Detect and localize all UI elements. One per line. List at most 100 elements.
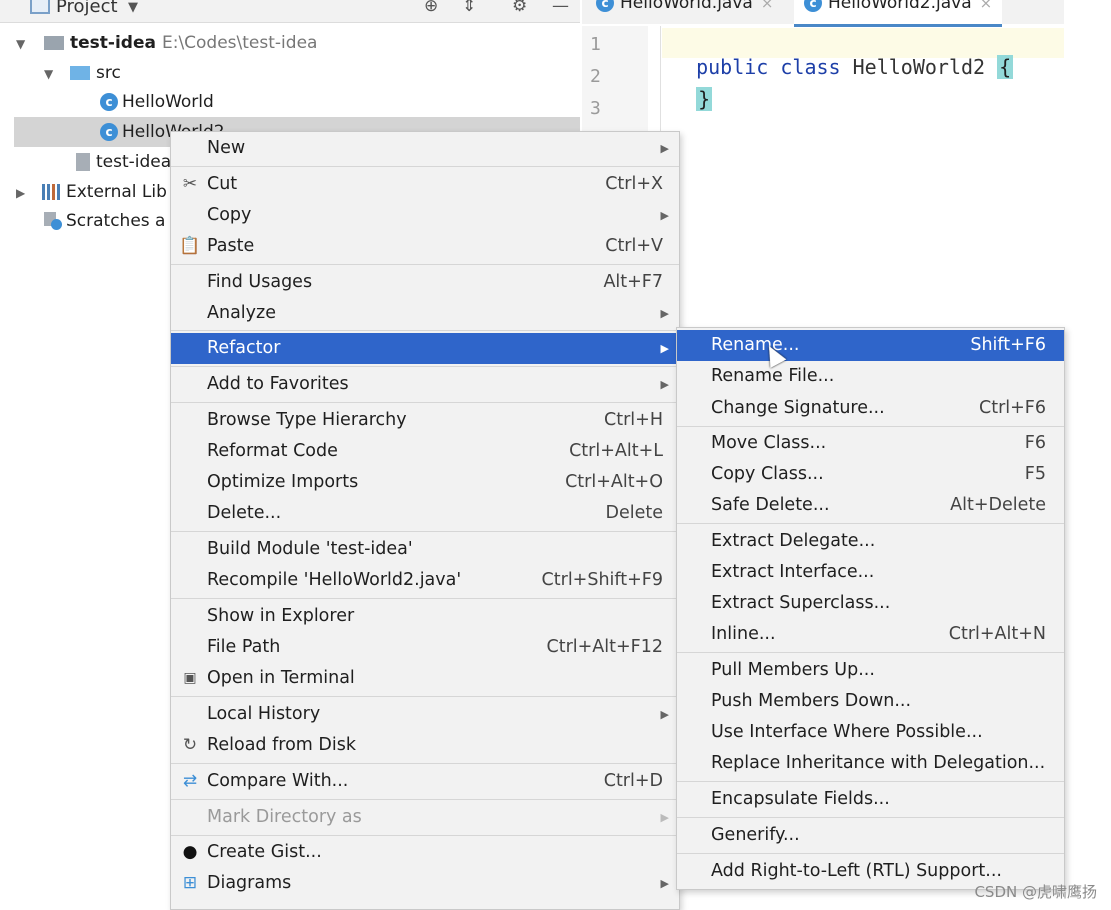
menu-label: Refactor: [207, 338, 281, 358]
collapse-icon[interactable]: ⇕: [462, 0, 476, 16]
menu-separator: [171, 835, 679, 836]
menu-item-delete[interactable]: Delete... Delete: [171, 498, 679, 529]
menu-item-rename[interactable]: Rename... Shift+F6: [677, 330, 1064, 361]
menu-item-add-to-favorites[interactable]: Add to Favorites ▶: [171, 369, 679, 400]
menu-shortcut: Ctrl+F6: [978, 398, 1046, 418]
menu-item-optimize-imports[interactable]: Optimize Imports Ctrl+Alt+O: [171, 467, 679, 498]
menu-label: Rename...: [711, 335, 800, 355]
minimize-icon[interactable]: —: [552, 0, 569, 16]
module-file-icon: [76, 153, 90, 171]
menu-label: Reload from Disk: [207, 735, 356, 755]
menu-label: Add Right-to-Left (RTL) Support...: [711, 861, 1002, 881]
menu-item-recompile[interactable]: Recompile 'HelloWorld2.java' Ctrl+Shift+F…: [171, 565, 679, 596]
chevron-right-icon[interactable]: ▶: [16, 178, 34, 208]
menu-item-use-interface[interactable]: Use Interface Where Possible...: [677, 717, 1064, 748]
menu-label: Use Interface Where Possible...: [711, 722, 983, 742]
menu-shortcut: Ctrl+Alt+F12: [546, 637, 664, 657]
tree-src-label: src: [96, 63, 121, 83]
tree-file-label: test-idea: [96, 152, 172, 172]
java-class-icon: c: [596, 0, 614, 12]
code-line-2[interactable]: }: [672, 63, 713, 111]
tree-file-helloworld[interactable]: c HelloWorld: [100, 87, 214, 117]
menu-item-replace-inheritance[interactable]: Replace Inheritance with Delegation...: [677, 748, 1064, 779]
menu-item-pull-members-up[interactable]: Pull Members Up...: [677, 655, 1064, 686]
project-panel-title[interactable]: Project: [56, 0, 118, 17]
menu-item-refactor[interactable]: Refactor ▶: [171, 333, 679, 364]
menu-item-rename-file[interactable]: Rename File...: [677, 361, 1064, 392]
submenu-arrow-icon: ▶: [660, 142, 669, 155]
menu-label: Extract Superclass...: [711, 593, 891, 613]
menu-label: Mark Directory as: [207, 807, 362, 827]
submenu-arrow-icon: ▶: [660, 708, 669, 721]
tree-external-libraries[interactable]: ▶ External Lib: [16, 177, 167, 207]
menu-item-copy-class[interactable]: Copy Class... F5: [677, 459, 1064, 490]
tree-file-iml[interactable]: test-idea: [76, 147, 171, 177]
menu-item-safe-delete[interactable]: Safe Delete... Alt+Delete: [677, 490, 1064, 521]
menu-item-inline[interactable]: Inline... Ctrl+Alt+N: [677, 619, 1064, 650]
menu-label: New: [207, 138, 246, 158]
menu-shortcut: Ctrl+V: [605, 236, 663, 256]
menu-separator: [171, 166, 679, 167]
tab-helloworld[interactable]: c HelloWorld.java ×: [596, 0, 773, 18]
menu-item-mark-directory-as[interactable]: Mark Directory as ▶: [171, 802, 679, 833]
line-number-gutter: 1 2 3: [582, 26, 648, 136]
reload-icon: ↻: [182, 735, 198, 755]
menu-item-reload-from-disk[interactable]: ↻ Reload from Disk: [171, 730, 679, 761]
menu-item-diagrams[interactable]: ⊞ Diagrams ▶: [171, 868, 679, 899]
menu-separator: [171, 402, 679, 403]
menu-item-analyze[interactable]: Analyze ▶: [171, 298, 679, 329]
menu-item-generify[interactable]: Generify...: [677, 820, 1064, 851]
refactor-submenu: Rename... Shift+F6 Rename File... Change …: [676, 327, 1065, 890]
menu-item-extract-interface[interactable]: Extract Interface...: [677, 557, 1064, 588]
tab-helloworld2[interactable]: c HelloWorld2.java ×: [794, 0, 1003, 27]
menu-item-browse-type-hierarchy[interactable]: Browse Type Hierarchy Ctrl+H: [171, 405, 679, 436]
code-line-1[interactable]: public class HelloWorld2 {: [672, 31, 1014, 79]
menu-item-open-in-terminal[interactable]: ▣ Open in Terminal: [171, 663, 679, 694]
locate-icon[interactable]: ⊕: [424, 0, 438, 16]
java-class-icon: c: [804, 0, 822, 12]
clipboard-icon: 📋: [179, 236, 201, 256]
menu-item-create-gist[interactable]: ● Create Gist...: [171, 837, 679, 868]
menu-item-build-module[interactable]: Build Module 'test-idea': [171, 534, 679, 565]
menu-label: Replace Inheritance with Delegation...: [711, 753, 1046, 773]
menu-item-move-class[interactable]: Move Class... F6: [677, 428, 1064, 459]
menu-item-compare-with[interactable]: ⇄ Compare With... Ctrl+D: [171, 766, 679, 797]
menu-item-extract-delegate[interactable]: Extract Delegate...: [677, 526, 1064, 557]
tree-scratches[interactable]: Scratches a: [44, 206, 165, 236]
menu-item-new[interactable]: New ▶: [171, 133, 679, 164]
tree-src[interactable]: ▼ src: [44, 58, 121, 88]
menu-item-local-history[interactable]: Local History ▶: [171, 699, 679, 730]
tree-root[interactable]: ▼ test-idea E:\Codes\test-idea: [16, 28, 580, 58]
menu-label: Pull Members Up...: [711, 660, 875, 680]
diagram-icon: ⊞: [182, 873, 198, 893]
menu-shortcut: Ctrl+H: [604, 410, 663, 430]
menu-item-cut[interactable]: ✂ Cut Ctrl+X: [171, 169, 679, 200]
chevron-down-icon[interactable]: ▼: [16, 29, 34, 59]
menu-label: Inline...: [711, 624, 776, 644]
close-icon[interactable]: ×: [761, 0, 774, 12]
menu-item-paste[interactable]: 📋 Paste Ctrl+V: [171, 231, 679, 262]
chevron-down-icon[interactable]: ▼: [128, 0, 138, 15]
chevron-down-icon[interactable]: ▼: [44, 59, 62, 89]
menu-item-show-in-explorer[interactable]: Show in Explorer: [171, 601, 679, 632]
menu-item-extract-superclass[interactable]: Extract Superclass...: [677, 588, 1064, 619]
menu-label: Open in Terminal: [207, 668, 355, 688]
project-window-icon: [30, 0, 50, 14]
menu-item-find-usages[interactable]: Find Usages Alt+F7: [171, 267, 679, 298]
menu-item-encapsulate-fields[interactable]: Encapsulate Fields...: [677, 784, 1064, 815]
menu-label: Move Class...: [711, 433, 827, 453]
gutter-divider: [660, 26, 661, 136]
menu-item-push-members-down[interactable]: Push Members Down...: [677, 686, 1064, 717]
menu-item-file-path[interactable]: File Path Ctrl+Alt+F12: [171, 632, 679, 663]
menu-label: Build Module 'test-idea': [207, 539, 413, 559]
menu-shortcut: Ctrl+D: [603, 771, 663, 791]
menu-label: File Path: [207, 637, 281, 657]
code-brace: {: [997, 55, 1014, 79]
menu-item-copy[interactable]: Copy ▶: [171, 200, 679, 231]
gear-icon[interactable]: ⚙: [512, 0, 527, 16]
terminal-icon: ▣: [183, 670, 197, 686]
menu-item-change-signature[interactable]: Change Signature... Ctrl+F6: [677, 393, 1064, 424]
close-icon[interactable]: ×: [980, 0, 993, 12]
menu-item-reformat-code[interactable]: Reformat Code Ctrl+Alt+L: [171, 436, 679, 467]
code-keyword: public class: [696, 55, 841, 79]
